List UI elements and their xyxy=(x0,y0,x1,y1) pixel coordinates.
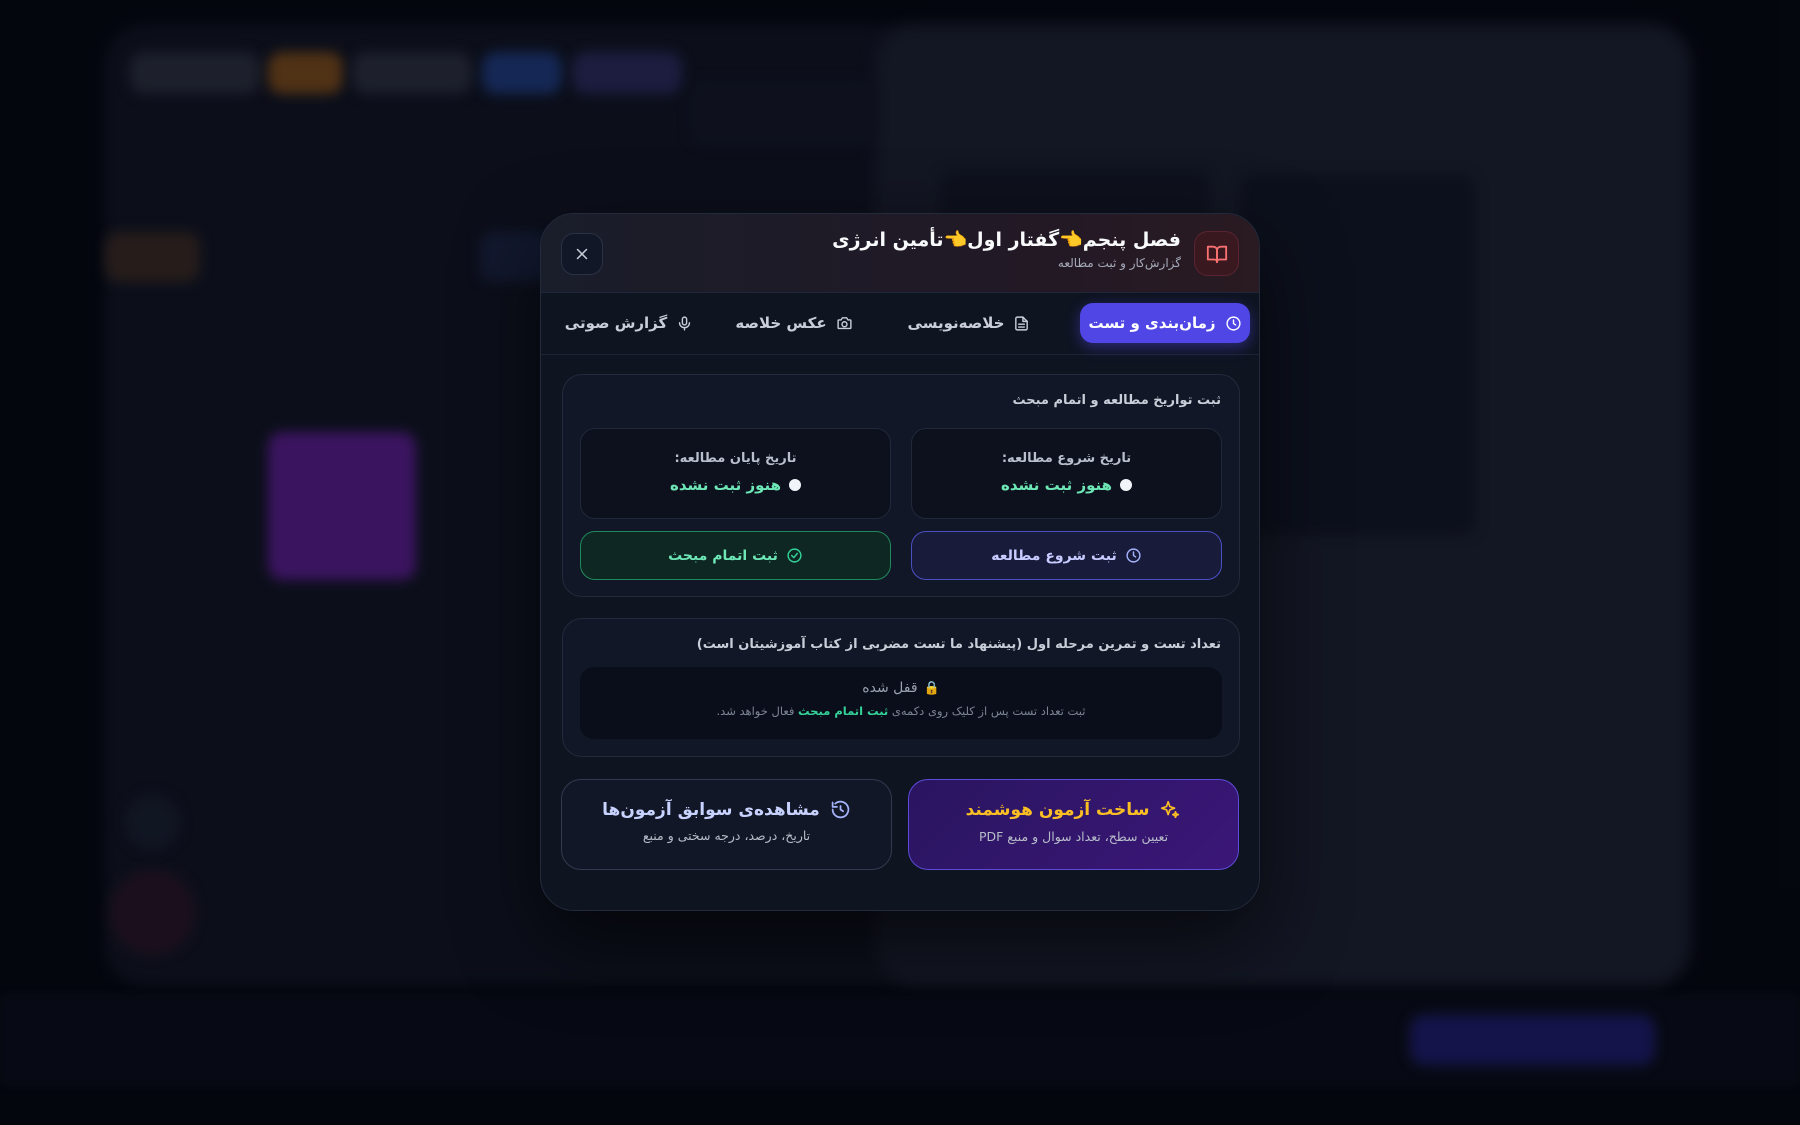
tab-summary-writing[interactable]: خلاصه‌نویسی xyxy=(889,303,1049,343)
register-study-start-button[interactable]: ثبت شروع مطالعه xyxy=(911,531,1222,580)
modal-subtitle: گزارش‌کار و ثبت مطالعه xyxy=(1057,256,1181,270)
clock-icon xyxy=(1225,315,1241,331)
smart-exam-subtitle: تعیین سطح، تعداد سوال و منبع PDF xyxy=(978,829,1169,844)
locked-desc-before: ثبت تعداد تست پس از کلیک روی دکمه‌ی xyxy=(891,704,1086,718)
modal-title: فصل پنجم👈گفتار اول👈تأمین انرژی xyxy=(832,229,1181,251)
status-dot xyxy=(789,479,802,491)
tab-schedule-and-test[interactable]: زمان‌بندی و تست xyxy=(1080,303,1250,343)
tab-summary-photo[interactable]: عکس خلاصه xyxy=(714,303,874,343)
close-icon xyxy=(576,248,588,260)
tab-bar: زمان‌بندی و تست خلاصه‌نویسی عکس خلاصه گز… xyxy=(541,293,1259,355)
locked-label: قفل شده xyxy=(862,680,918,696)
study-dates-card: ثبت تواریخ مطالعه و اتمام مبحث تاریخ شرو… xyxy=(562,374,1240,597)
clock-icon xyxy=(1126,548,1141,563)
register-topic-finish-button[interactable]: ثبت اتمام مبحث xyxy=(580,531,891,580)
end-date-box: تاریخ پایان مطالعه: هنوز ثبت نشده xyxy=(580,428,891,519)
file-text-icon xyxy=(1015,315,1029,331)
tab-label: عکس خلاصه xyxy=(735,314,827,332)
smart-exam-button[interactable]: ساخت آزمون هوشمند تعیین سطح، تعداد سوال … xyxy=(908,779,1239,870)
exam-history-button[interactable]: مشاهده‌ی سوابق آزمون‌ها تاریخ، درصد، درج… xyxy=(561,779,892,870)
camera-icon xyxy=(837,316,852,329)
book-icon xyxy=(1194,231,1239,276)
sparkles-icon xyxy=(1161,800,1180,819)
button-label: ثبت شروع مطالعه xyxy=(991,547,1117,564)
locked-description: ثبت تعداد تست پس از کلیک روی دکمه‌ی ثبت … xyxy=(580,704,1222,718)
locked-title: 🔒 قفل شده xyxy=(580,680,1222,696)
card-title: ثبت تواریخ مطالعه و اتمام مبحث xyxy=(1012,393,1221,408)
modal-header: فصل پنجم👈گفتار اول👈تأمین انرژی گزارش‌کار… xyxy=(541,214,1259,293)
tab-voice-report[interactable]: گزارش صوتی xyxy=(559,303,699,343)
exam-history-subtitle: تاریخ، درصد، درجه سختی و منبع xyxy=(642,828,811,843)
locked-desc-highlight: ثبت اتمام مبحث xyxy=(798,704,889,718)
study-report-modal: فصل پنجم👈گفتار اول👈تأمین انرژی گزارش‌کار… xyxy=(540,213,1260,911)
check-circle-icon xyxy=(787,548,802,563)
end-date-label: تاریخ پایان مطالعه: xyxy=(674,451,797,466)
tab-label: زمان‌بندی و تست xyxy=(1088,314,1216,332)
button-label: ثبت اتمام مبحث xyxy=(668,547,778,564)
smart-exam-title: ساخت آزمون هوشمند xyxy=(965,800,1150,820)
start-date-box: تاریخ شروع مطالعه: هنوز ثبت نشده xyxy=(911,428,1222,519)
start-date-value: هنوز ثبت نشده xyxy=(912,476,1221,494)
status-dot xyxy=(1120,479,1133,491)
tab-label: گزارش صوتی xyxy=(564,314,668,332)
test-count-card: تعداد تست و تمرین مرحله اول (پیشنهاد ما … xyxy=(562,618,1240,757)
card-title: تعداد تست و تمرین مرحله اول (پیشنهاد ما … xyxy=(696,637,1221,652)
exam-history-title: مشاهده‌ی سوابق آزمون‌ها xyxy=(602,799,820,820)
close-button[interactable] xyxy=(561,233,603,275)
tab-label: خلاصه‌نویسی xyxy=(907,314,1005,332)
start-date-label: تاریخ شروع مطالعه: xyxy=(1001,451,1132,466)
mic-icon xyxy=(679,315,691,331)
end-date-text: هنوز ثبت نشده xyxy=(669,476,782,494)
end-date-value: هنوز ثبت نشده xyxy=(581,476,890,494)
lock-icon: 🔒 xyxy=(923,680,940,696)
locked-desc-after: فعال خواهد شد. xyxy=(716,704,795,718)
locked-section: 🔒 قفل شده ثبت تعداد تست پس از کلیک روی د… xyxy=(580,667,1222,739)
start-date-text: هنوز ثبت نشده xyxy=(1000,476,1113,494)
history-icon xyxy=(831,800,850,819)
